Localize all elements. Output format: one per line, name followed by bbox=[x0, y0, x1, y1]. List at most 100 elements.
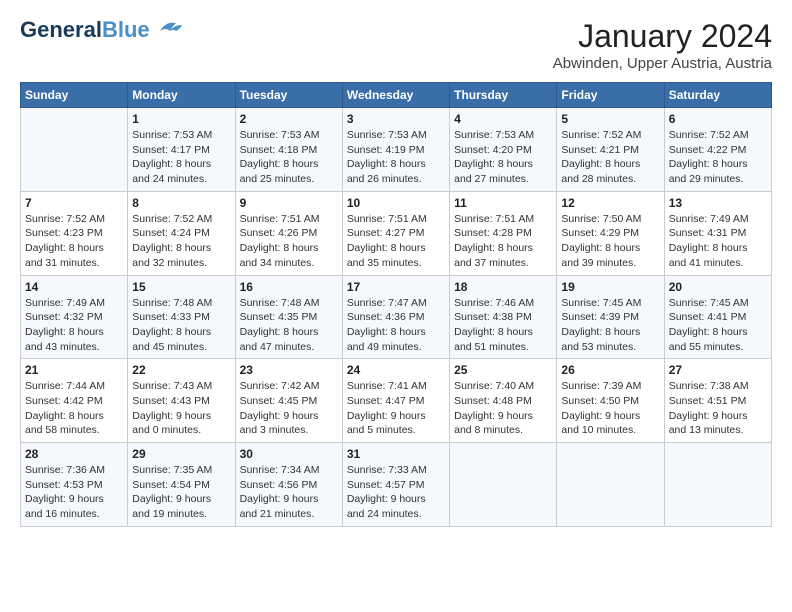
date-number: 23 bbox=[240, 363, 338, 377]
date-number: 9 bbox=[240, 196, 338, 210]
date-number: 15 bbox=[132, 280, 230, 294]
calendar-cell bbox=[664, 443, 771, 527]
date-number: 26 bbox=[561, 363, 659, 377]
date-number: 1 bbox=[132, 112, 230, 126]
calendar-cell: 1Sunrise: 7:53 AMSunset: 4:17 PMDaylight… bbox=[128, 108, 235, 192]
date-number: 25 bbox=[454, 363, 552, 377]
day-header-tuesday: Tuesday bbox=[235, 83, 342, 108]
calendar-cell: 16 Sunrise: 7:48 AMSunset: 4:35 PMDayligh… bbox=[235, 275, 342, 359]
calendar-cell: 10 Sunrise: 7:51 AMSunset: 4:27 PMDayligh… bbox=[342, 191, 449, 275]
day-header-thursday: Thursday bbox=[450, 83, 557, 108]
calendar-cell: 8Sunrise: 7:52 AMSunset: 4:24 PMDaylight… bbox=[128, 191, 235, 275]
cell-details: Sunrise: 7:40 AMSunset: 4:48 PMDaylight:… bbox=[454, 379, 552, 438]
date-number: 28 bbox=[25, 447, 123, 461]
calendar-cell: 22 Sunrise: 7:43 AMSunset: 4:43 PMDayligh… bbox=[128, 359, 235, 443]
cell-details: Sunrise: 7:43 AMSunset: 4:43 PMDaylight:… bbox=[132, 379, 230, 438]
cell-details: Sunrise: 7:51 AMSunset: 4:27 PMDaylight:… bbox=[347, 212, 445, 271]
calendar-cell bbox=[450, 443, 557, 527]
cell-details: Sunrise: 7:51 AMSunset: 4:28 PMDaylight:… bbox=[454, 212, 552, 271]
cell-details: Sunrise: 7:44 AMSunset: 4:42 PMDaylight:… bbox=[25, 379, 123, 438]
logo-bird-icon bbox=[152, 17, 184, 39]
calendar-title: January 2024 bbox=[553, 18, 772, 55]
cell-details: Sunrise: 7:35 AMSunset: 4:54 PMDaylight:… bbox=[132, 463, 230, 522]
cell-details: Sunrise: 7:33 AMSunset: 4:57 PMDaylight:… bbox=[347, 463, 445, 522]
date-number: 24 bbox=[347, 363, 445, 377]
date-number: 18 bbox=[454, 280, 552, 294]
calendar-table: SundayMondayTuesdayWednesdayThursdayFrid… bbox=[20, 82, 772, 527]
day-header-saturday: Saturday bbox=[664, 83, 771, 108]
days-header-row: SundayMondayTuesdayWednesdayThursdayFrid… bbox=[21, 83, 772, 108]
calendar-cell bbox=[21, 108, 128, 192]
calendar-cell: 23Sunrise: 7:42 AMSunset: 4:45 PMDayligh… bbox=[235, 359, 342, 443]
cell-details: Sunrise: 7:45 AMSunset: 4:41 PMDaylight:… bbox=[669, 296, 767, 355]
cell-details: Sunrise: 7:48 AMSunset: 4:33 PMDaylight:… bbox=[132, 296, 230, 355]
cell-details: Sunrise: 7:53 AMSunset: 4:20 PMDaylight:… bbox=[454, 128, 552, 187]
calendar-cell: 18 Sunrise: 7:46 AMSunset: 4:38 PMDayligh… bbox=[450, 275, 557, 359]
cell-details: Sunrise: 7:49 AMSunset: 4:32 PMDaylight:… bbox=[25, 296, 123, 355]
date-number: 17 bbox=[347, 280, 445, 294]
calendar-cell: 30Sunrise: 7:34 AMSunset: 4:56 PMDayligh… bbox=[235, 443, 342, 527]
calendar-cell: 5Sunrise: 7:52 AMSunset: 4:21 PMDaylight… bbox=[557, 108, 664, 192]
cell-details: Sunrise: 7:49 AMSunset: 4:31 PMDaylight:… bbox=[669, 212, 767, 271]
date-number: 29 bbox=[132, 447, 230, 461]
date-number: 31 bbox=[347, 447, 445, 461]
cell-details: Sunrise: 7:50 AMSunset: 4:29 PMDaylight:… bbox=[561, 212, 659, 271]
date-number: 6 bbox=[669, 112, 767, 126]
week-row-1: 1Sunrise: 7:53 AMSunset: 4:17 PMDaylight… bbox=[21, 108, 772, 192]
date-number: 8 bbox=[132, 196, 230, 210]
cell-details: Sunrise: 7:48 AMSunset: 4:35 PMDaylight:… bbox=[240, 296, 338, 355]
date-number: 7 bbox=[25, 196, 123, 210]
date-number: 2 bbox=[240, 112, 338, 126]
calendar-cell: 6 Sunrise: 7:52 AMSunset: 4:22 PMDaylight… bbox=[664, 108, 771, 192]
calendar-cell: 14Sunrise: 7:49 AMSunset: 4:32 PMDayligh… bbox=[21, 275, 128, 359]
cell-details: Sunrise: 7:52 AMSunset: 4:21 PMDaylight:… bbox=[561, 128, 659, 187]
date-number: 4 bbox=[454, 112, 552, 126]
logo: GeneralBlue bbox=[20, 18, 184, 42]
date-number: 16 bbox=[240, 280, 338, 294]
day-header-sunday: Sunday bbox=[21, 83, 128, 108]
cell-details: Sunrise: 7:53 AMSunset: 4:19 PMDaylight:… bbox=[347, 128, 445, 187]
cell-details: Sunrise: 7:45 AMSunset: 4:39 PMDaylight:… bbox=[561, 296, 659, 355]
date-number: 10 bbox=[347, 196, 445, 210]
cell-details: Sunrise: 7:47 AMSunset: 4:36 PMDaylight:… bbox=[347, 296, 445, 355]
calendar-cell: 3 Sunrise: 7:53 AMSunset: 4:19 PMDaylight… bbox=[342, 108, 449, 192]
header: GeneralBlue January 2024 Abwinden, Upper… bbox=[20, 18, 772, 72]
calendar-cell: 25 Sunrise: 7:40 AMSunset: 4:48 PMDayligh… bbox=[450, 359, 557, 443]
week-row-4: 21 Sunrise: 7:44 AMSunset: 4:42 PMDayligh… bbox=[21, 359, 772, 443]
calendar-cell: 21 Sunrise: 7:44 AMSunset: 4:42 PMDayligh… bbox=[21, 359, 128, 443]
calendar-cell: 7 Sunrise: 7:52 AMSunset: 4:23 PMDaylight… bbox=[21, 191, 128, 275]
calendar-cell: 31 Sunrise: 7:33 AMSunset: 4:57 PMDayligh… bbox=[342, 443, 449, 527]
calendar-subtitle: Abwinden, Upper Austria, Austria bbox=[553, 55, 772, 72]
calendar-cell: 24 Sunrise: 7:41 AMSunset: 4:47 PMDayligh… bbox=[342, 359, 449, 443]
day-header-monday: Monday bbox=[128, 83, 235, 108]
date-number: 13 bbox=[669, 196, 767, 210]
week-row-2: 7 Sunrise: 7:52 AMSunset: 4:23 PMDaylight… bbox=[21, 191, 772, 275]
calendar-cell: 2Sunrise: 7:53 AMSunset: 4:18 PMDaylight… bbox=[235, 108, 342, 192]
logo-text: GeneralBlue bbox=[20, 18, 150, 42]
calendar-cell bbox=[557, 443, 664, 527]
cell-details: Sunrise: 7:39 AMSunset: 4:50 PMDaylight:… bbox=[561, 379, 659, 438]
cell-details: Sunrise: 7:52 AMSunset: 4:22 PMDaylight:… bbox=[669, 128, 767, 187]
cell-details: Sunrise: 7:41 AMSunset: 4:47 PMDaylight:… bbox=[347, 379, 445, 438]
title-block: January 2024 Abwinden, Upper Austria, Au… bbox=[553, 18, 772, 72]
calendar-cell: 27Sunrise: 7:38 AMSunset: 4:51 PMDayligh… bbox=[664, 359, 771, 443]
day-header-wednesday: Wednesday bbox=[342, 83, 449, 108]
date-number: 21 bbox=[25, 363, 123, 377]
calendar-cell: 29 Sunrise: 7:35 AMSunset: 4:54 PMDayligh… bbox=[128, 443, 235, 527]
cell-details: Sunrise: 7:51 AMSunset: 4:26 PMDaylight:… bbox=[240, 212, 338, 271]
page: GeneralBlue January 2024 Abwinden, Upper… bbox=[0, 0, 792, 537]
calendar-cell: 26 Sunrise: 7:39 AMSunset: 4:50 PMDayligh… bbox=[557, 359, 664, 443]
week-row-5: 28 Sunrise: 7:36 AMSunset: 4:53 PMDayligh… bbox=[21, 443, 772, 527]
date-number: 3 bbox=[347, 112, 445, 126]
cell-details: Sunrise: 7:38 AMSunset: 4:51 PMDaylight:… bbox=[669, 379, 767, 438]
cell-details: Sunrise: 7:36 AMSunset: 4:53 PMDaylight:… bbox=[25, 463, 123, 522]
calendar-cell: 15 Sunrise: 7:48 AMSunset: 4:33 PMDayligh… bbox=[128, 275, 235, 359]
date-number: 30 bbox=[240, 447, 338, 461]
calendar-cell: 13 Sunrise: 7:49 AMSunset: 4:31 PMDayligh… bbox=[664, 191, 771, 275]
date-number: 22 bbox=[132, 363, 230, 377]
day-header-friday: Friday bbox=[557, 83, 664, 108]
cell-details: Sunrise: 7:46 AMSunset: 4:38 PMDaylight:… bbox=[454, 296, 552, 355]
calendar-cell: 9 Sunrise: 7:51 AMSunset: 4:26 PMDaylight… bbox=[235, 191, 342, 275]
date-number: 11 bbox=[454, 196, 552, 210]
cell-details: Sunrise: 7:52 AMSunset: 4:23 PMDaylight:… bbox=[25, 212, 123, 271]
